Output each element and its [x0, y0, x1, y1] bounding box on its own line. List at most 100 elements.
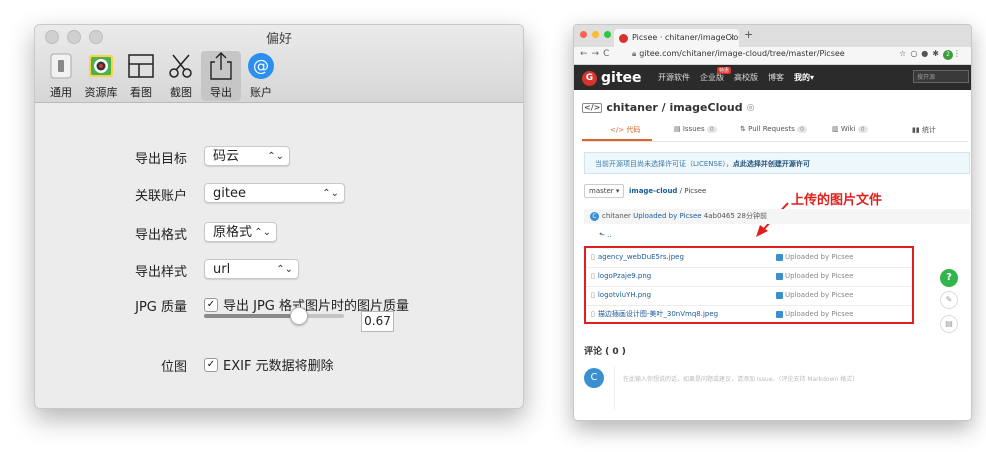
file-list: ▯ agency_webDuE5rs.jpeg Uploaded by Picse…: [584, 246, 914, 324]
export-style-label: 导出样式: [134, 265, 187, 280]
at-sign-icon: @: [246, 51, 276, 81]
file-commit-text: Uploaded by Picsee: [785, 291, 854, 299]
tab-title: Picsee · chitaner/imageCloud: [632, 33, 739, 42]
nav-university[interactable]: 高校版: [734, 72, 758, 83]
tab-code[interactable]: </> 代码: [610, 125, 640, 135]
select-arrows-icon: ⌃⌄: [254, 227, 271, 238]
checkmark-icon: ✓: [204, 297, 218, 312]
file-row[interactable]: ▯ logoPzaje9.png Uploaded by Picsee: [591, 267, 911, 286]
nav-open-source[interactable]: 开源软件: [658, 72, 690, 83]
parent-dir-link[interactable]: ⬑ ..: [599, 231, 612, 239]
nav-enterprise[interactable]: 企业版 特惠: [700, 67, 731, 83]
gitee-favicon-icon: [619, 34, 628, 43]
chat-icon[interactable]: ▤: [940, 315, 958, 333]
active-tab-indicator: [582, 139, 652, 141]
lock-icon: 🔒︎: [632, 49, 637, 58]
commit-message[interactable]: Uploaded by Picsee: [633, 212, 701, 220]
export-format-select[interactable]: 原格式 ⌃⌄: [204, 222, 277, 242]
gitee-nav: 开源软件 企业版 特惠 高校版 博客 我的▾: [658, 67, 814, 83]
slider-knob[interactable]: [289, 307, 308, 325]
address-bar[interactable]: 🔒︎ gitee.com/chitaner/image-cloud/tree/ma…: [632, 49, 845, 59]
toolbar-label: 截图: [170, 86, 192, 99]
browser-tab[interactable]: Picsee · chitaner/imageCloud ×: [614, 29, 739, 47]
commit-badge-icon: [776, 291, 783, 299]
license-notice: 当前开源项目尚未选择许可证（LICENSE），点此选择并创建开源许可: [584, 152, 970, 174]
jpg-quality-slider[interactable]: [204, 307, 344, 325]
exif-checkbox[interactable]: ✓ EXIF 元数据将删除: [204, 355, 334, 374]
hot-badge: 特惠: [716, 67, 731, 74]
file-name[interactable]: agency_webDuE5rs.jpeg: [598, 253, 684, 261]
commit-hash[interactable]: 4ab0465: [704, 212, 735, 220]
file-commit-message: Uploaded by Picsee: [776, 248, 853, 267]
repo-code-icon: </>: [582, 102, 603, 113]
commit-time: 28分钟前: [737, 212, 767, 220]
nav-blog[interactable]: 博客: [768, 72, 784, 83]
switch-icon: [46, 51, 76, 81]
new-tab-button[interactable]: +: [744, 28, 753, 41]
file-row[interactable]: ▯ agency_webDuE5rs.jpeg Uploaded by Picse…: [591, 248, 911, 267]
file-name[interactable]: logotvluYH.png: [598, 291, 651, 299]
file-name[interactable]: 描边插画设计图-美叶_30nVmq8.jpeg: [598, 310, 718, 318]
close-window-button[interactable]: [580, 31, 587, 38]
gitee-logo-text: gitee: [601, 70, 642, 86]
toolbar-general[interactable]: 通用: [41, 51, 81, 101]
select-arrows-icon: ⌃⌄: [267, 151, 284, 162]
share-export-icon: [206, 51, 236, 81]
breadcrumb-path: / Picsee: [677, 187, 707, 195]
toolbar-library[interactable]: 资源库: [81, 51, 121, 101]
toolbar-export[interactable]: 导出: [201, 51, 241, 101]
minimize-window-button[interactable]: [592, 31, 599, 38]
zoom-window-button[interactable]: [604, 31, 611, 38]
toolbar-viewer[interactable]: 看图: [121, 51, 161, 101]
tab-count: 0: [706, 126, 717, 133]
comment-input[interactable]: 在此输入你想说的话，如果是问题或建议，请添加 Issue。（评论支持 Markd…: [614, 366, 969, 410]
tab-close-icon[interactable]: ×: [728, 29, 735, 47]
nav-buttons[interactable]: ←→C: [580, 49, 613, 59]
repo-name[interactable]: chitaner / imageCloud: [606, 101, 742, 114]
file-icon: ▯: [591, 310, 595, 318]
tab-pr-label: Pull Requests: [748, 125, 795, 133]
url-text: gitee.com/chitaner/image-cloud/tree/mast…: [639, 49, 845, 58]
scissors-icon: [166, 51, 196, 81]
toolbar-label: 账户: [250, 86, 272, 99]
tab-count: 0: [857, 126, 868, 133]
extensions-area[interactable]: ☆○●✱ 2 ⋮: [899, 49, 965, 60]
file-row[interactable]: ▯ 描边插画设计图-美叶_30nVmq8.jpeg Uploaded by Pic…: [591, 305, 911, 324]
gitee-logo[interactable]: G gitee: [582, 70, 642, 86]
branch-select[interactable]: master ▾: [584, 184, 625, 198]
tab-issues-label: Issues: [682, 125, 705, 133]
profile-avatar[interactable]: 2: [943, 50, 953, 60]
toolbar-account[interactable]: @ 账户: [241, 51, 281, 101]
breadcrumb: image-cloud / Picsee: [629, 187, 706, 195]
tab-wiki-label: Wiki: [840, 125, 856, 133]
tab-stats[interactable]: ▮▮ 统计: [912, 125, 936, 135]
gitee-search-input[interactable]: 搜开源: [913, 70, 969, 83]
preferences-window: 偏好 通用 资源库 看图 截图 导出 @ 账户 导出目标 码云 ⌃⌄ 关联账户 …: [34, 24, 524, 409]
linked-account-select[interactable]: gitee ⌃⌄: [204, 183, 345, 203]
tab-pull-requests[interactable]: ⇅ Pull Requests 0: [740, 125, 807, 133]
tab-wiki[interactable]: ▥ Wiki 0: [832, 125, 868, 133]
toolbar-screenshot[interactable]: 截图: [161, 51, 201, 101]
jpg-quality-value-field[interactable]: 0.67: [361, 311, 394, 332]
photo-library-icon: [86, 51, 116, 81]
tab-issues[interactable]: ▤ Issues 0: [674, 125, 717, 133]
file-commit-message: Uploaded by Picsee: [776, 305, 853, 324]
export-style-value: url: [213, 262, 231, 277]
commit-author[interactable]: chitaner: [602, 212, 631, 220]
export-style-select[interactable]: url ⌃⌄: [204, 259, 299, 279]
breadcrumb-repo[interactable]: image-cloud: [629, 187, 677, 195]
file-commit-text: Uploaded by Picsee: [785, 272, 854, 280]
nav-enterprise-label: 企业版: [700, 73, 724, 82]
edit-icon[interactable]: ✎: [940, 291, 958, 309]
select-arrows-icon: ⌃⌄: [322, 188, 339, 199]
nav-mine[interactable]: 我的▾: [794, 72, 814, 83]
file-name[interactable]: logoPzaje9.png: [598, 272, 651, 280]
avatar: C: [584, 368, 604, 388]
export-target-select[interactable]: 码云 ⌃⌄: [204, 146, 290, 166]
watch-icon[interactable]: ◎: [747, 103, 755, 113]
help-button[interactable]: ?: [940, 269, 958, 287]
file-commit-message: Uploaded by Picsee: [776, 267, 853, 286]
license-link[interactable]: 点此选择并创建开源许可: [733, 160, 810, 168]
file-row[interactable]: ▯ logotvluYH.png Uploaded by Picsee: [591, 286, 911, 305]
file-icon: ▯: [591, 272, 595, 280]
